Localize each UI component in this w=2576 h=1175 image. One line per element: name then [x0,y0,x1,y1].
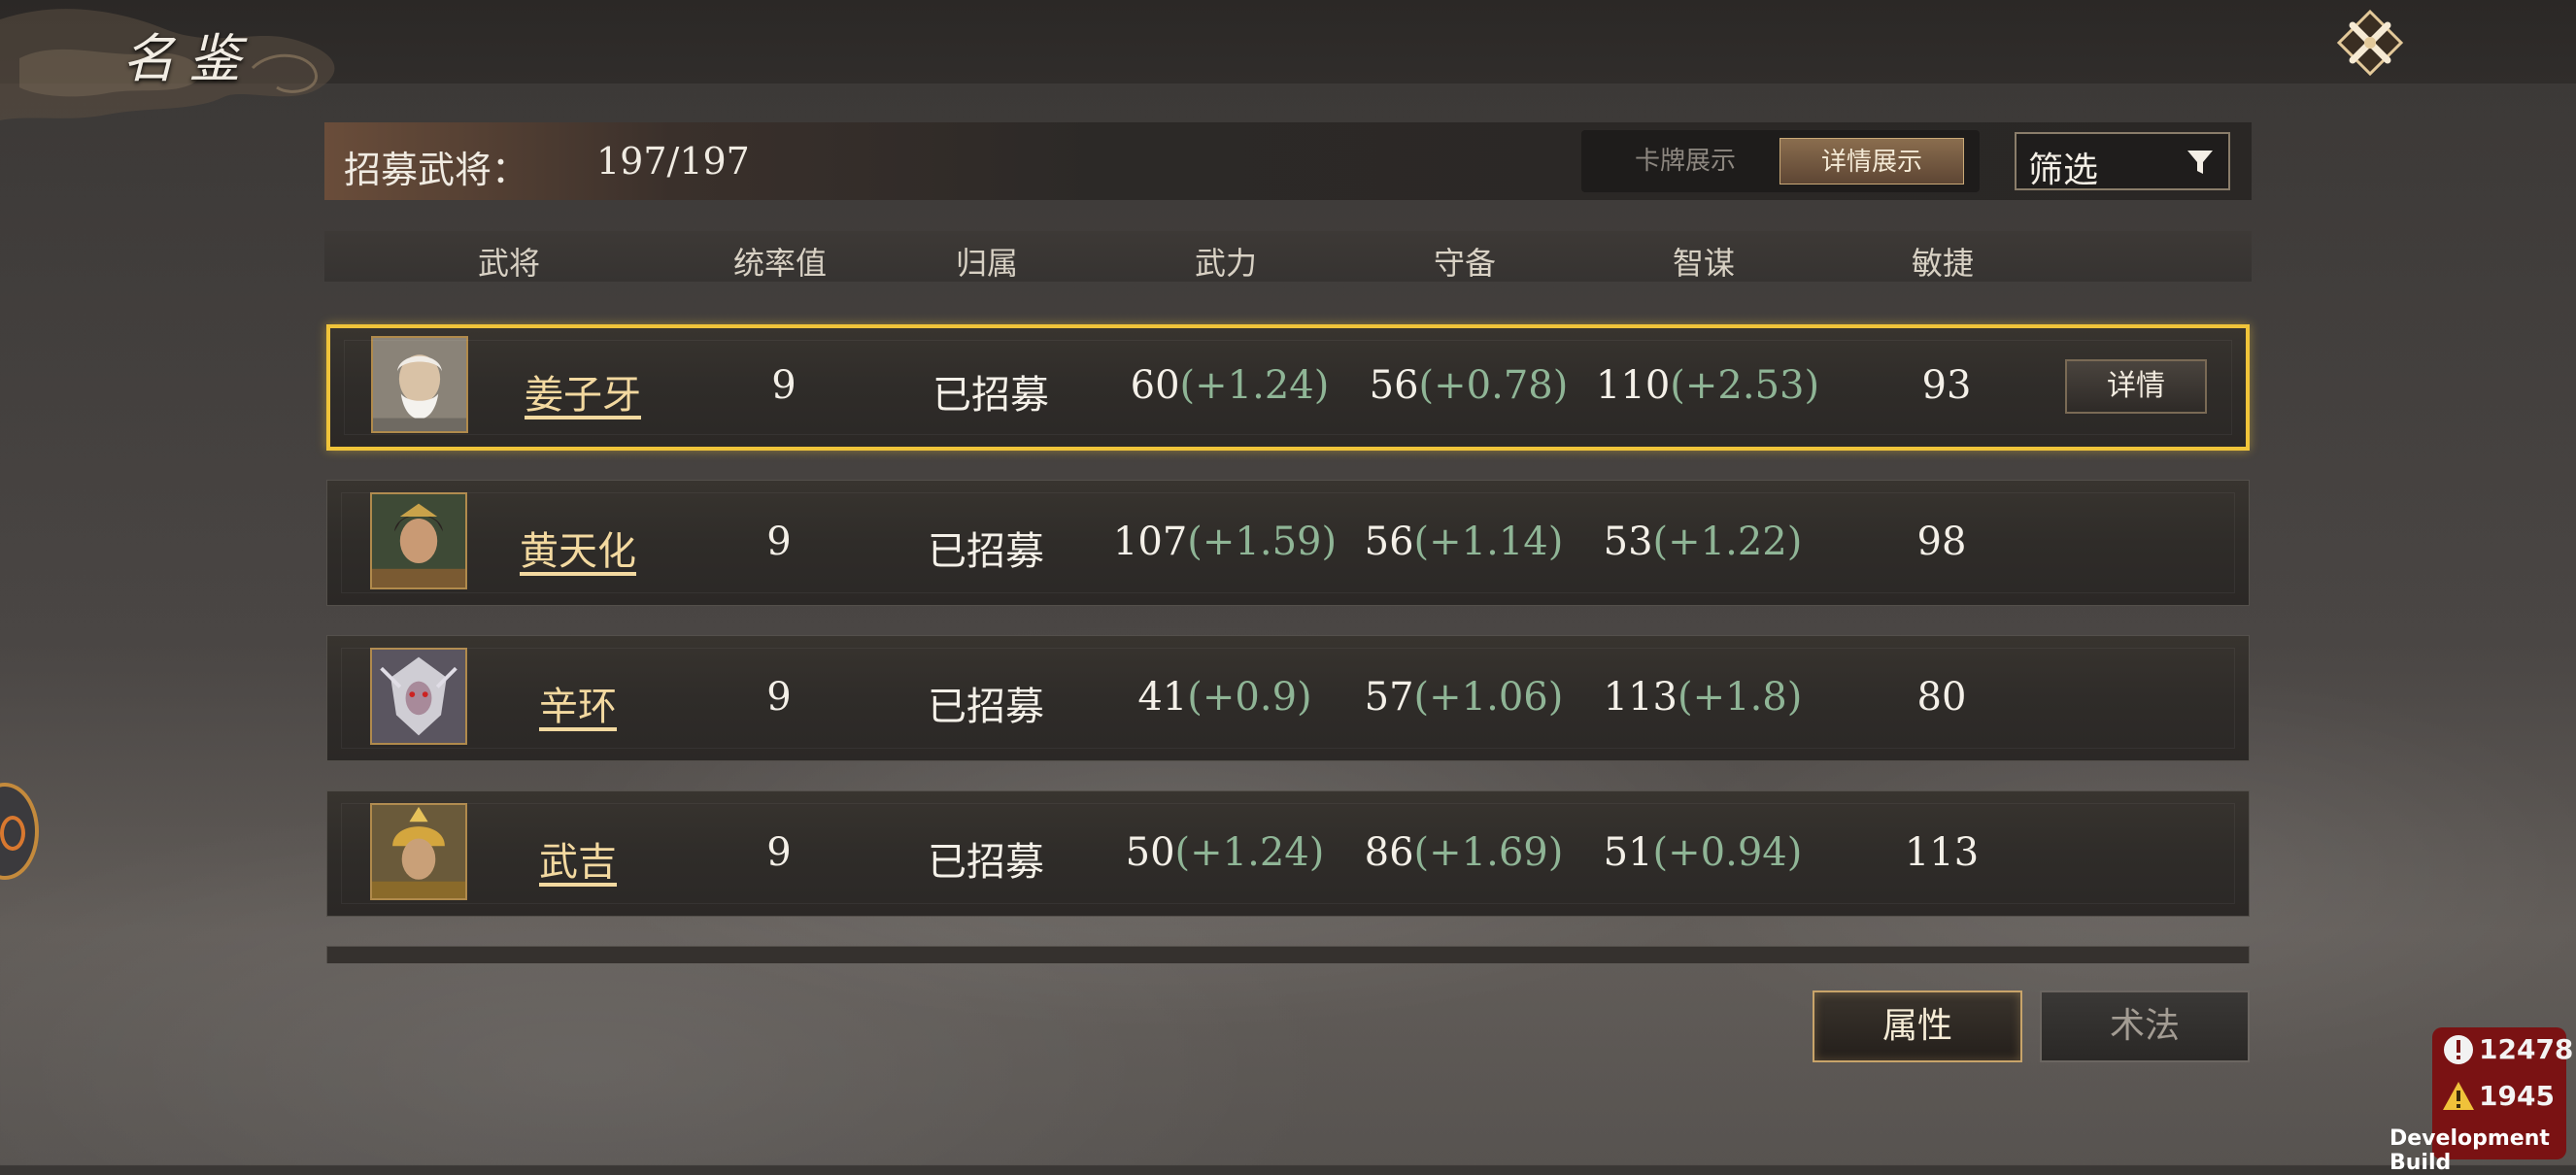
filter-icon [2187,151,2213,174]
intelligence-bonus: (+1.22) [1652,520,1803,564]
defense-bonus: (+0.78) [1418,363,1569,408]
force-cell: 41(+0.9) [1137,675,1311,720]
close-icon [2336,9,2404,77]
portrait-image [372,805,465,898]
col-affiliation: 归属 [955,245,1019,282]
development-build-label: Development Build [2390,1126,2550,1175]
force-value: 107 [1112,520,1188,564]
intelligence-bonus: (+0.94) [1652,830,1803,875]
col-command: 统率值 [732,245,828,282]
side-menu-icon [0,816,25,851]
general-portrait [371,336,468,433]
general-row-partial[interactable] [326,946,2250,963]
force-cell: 60(+1.24) [1131,363,1330,408]
close-button[interactable] [2335,8,2405,78]
detail-button[interactable]: 详情 [2065,359,2207,414]
col-intelligence: 智谋 [1672,245,1736,282]
portrait-image [373,338,466,431]
force-cell: 107(+1.59) [1113,520,1337,564]
col-general: 武将 [477,245,541,282]
intelligence-value: 53 [1603,520,1653,564]
recruit-label: 招募武将： [344,149,529,191]
force-cell: 50(+1.24) [1126,830,1325,875]
force-bonus: (+1.24) [1174,830,1325,875]
intelligence-cell: 110(+2.53) [1596,363,1819,408]
tab-attributes[interactable]: 属性 [1813,990,2022,1062]
force-bonus: (+0.9) [1187,675,1312,720]
general-portrait [370,803,467,900]
command-value: 9 [766,830,792,875]
column-header: 武将 统率值 归属 武力 守备 智谋 敏捷 [324,231,2252,282]
view-toggle: 卡牌展示 详情展示 [1581,130,1980,192]
general-row-xinhuan[interactable]: 辛环 9 已招募 41(+0.9) 57(+1.06) 113(+1.8) 80 [326,635,2250,761]
intelligence-cell: 113(+1.8) [1604,675,1803,720]
tab-skills[interactable]: 术法 [2040,990,2250,1062]
general-name[interactable]: 黄天化 [520,520,636,576]
affiliation-status: 已招募 [928,685,1044,729]
general-row-huangtianhua[interactable]: 黄天化 9 已招募 107(+1.59) 56(+1.14) 53(+1.22)… [326,480,2250,606]
defense-value: 56 [1364,520,1414,564]
command-value: 9 [766,520,792,564]
defense-bonus: (+1.06) [1413,675,1564,720]
filter-button[interactable]: 筛选 [2015,132,2230,190]
portrait-image [372,494,465,588]
general-name[interactable]: 辛环 [539,675,617,731]
general-row-jiangziya[interactable]: 姜子牙 9 已招募 60(+1.24) 56(+0.78) 110(+2.53)… [326,324,2250,451]
intelligence-value: 113 [1603,675,1678,720]
affiliation-status: 已招募 [928,840,1044,885]
debug-warnings: 1945 [2442,1076,2566,1115]
command-value: 9 [771,363,797,408]
force-value: 60 [1130,363,1180,408]
warning-icon [2443,1082,2474,1110]
filter-label: 筛选 [2028,151,2099,190]
general-name[interactable]: 姜子牙 [525,363,641,420]
col-defense: 守备 [1433,245,1497,282]
page-title: 名鉴 [122,28,254,89]
general-row-wuji[interactable]: 武吉 9 已招募 50(+1.24) 86(+1.69) 51(+0.94) 1… [326,790,2250,917]
agility-value: 80 [1916,675,1967,720]
error-icon [2444,1035,2473,1064]
general-portrait [370,492,467,589]
agility-value: 113 [1904,830,1980,875]
defense-cell: 86(+1.69) [1365,830,1564,875]
intelligence-cell: 53(+1.22) [1604,520,1803,564]
defense-cell: 56(+0.78) [1370,363,1569,408]
force-value: 50 [1125,830,1175,875]
agility-value: 93 [1921,363,1972,408]
col-agility: 敏捷 [1911,245,1975,282]
recruit-header: 招募武将： 197/197 卡牌展示 详情展示 筛选 [324,122,2252,200]
defense-value: 86 [1364,830,1414,875]
tab-card-view[interactable]: 卡牌展示 [1593,138,1778,185]
side-menu-button[interactable] [0,783,39,880]
force-value: 41 [1137,675,1188,720]
intelligence-bonus: (+1.8) [1678,675,1803,720]
defense-cell: 57(+1.06) [1365,675,1564,720]
intelligence-value: 51 [1603,830,1653,875]
defense-bonus: (+1.14) [1413,520,1564,564]
affiliation-status: 已招募 [928,529,1044,574]
intelligence-value: 110 [1595,363,1671,408]
command-value: 9 [766,675,792,720]
error-count: 12478 [2479,1033,2574,1065]
affiliation-status: 已招募 [932,373,1049,418]
force-bonus: (+1.59) [1187,520,1338,564]
defense-bonus: (+1.69) [1413,830,1564,875]
intelligence-bonus: (+2.53) [1670,363,1820,408]
recruit-count: 197/197 [596,140,750,183]
general-portrait [370,648,467,745]
general-name[interactable]: 武吉 [539,830,617,887]
intelligence-cell: 51(+0.94) [1604,830,1803,875]
defense-cell: 56(+1.14) [1365,520,1564,564]
force-bonus: (+1.24) [1179,363,1330,408]
defense-value: 56 [1369,363,1419,408]
col-force: 武力 [1194,245,1258,282]
debug-errors: 12478 [2442,1029,2573,1068]
defense-value: 57 [1364,675,1414,720]
portrait-image [372,650,465,743]
warning-count: 1945 [2479,1080,2555,1112]
tab-detail-view[interactable]: 详情展示 [1779,138,1964,185]
agility-value: 98 [1916,520,1967,564]
